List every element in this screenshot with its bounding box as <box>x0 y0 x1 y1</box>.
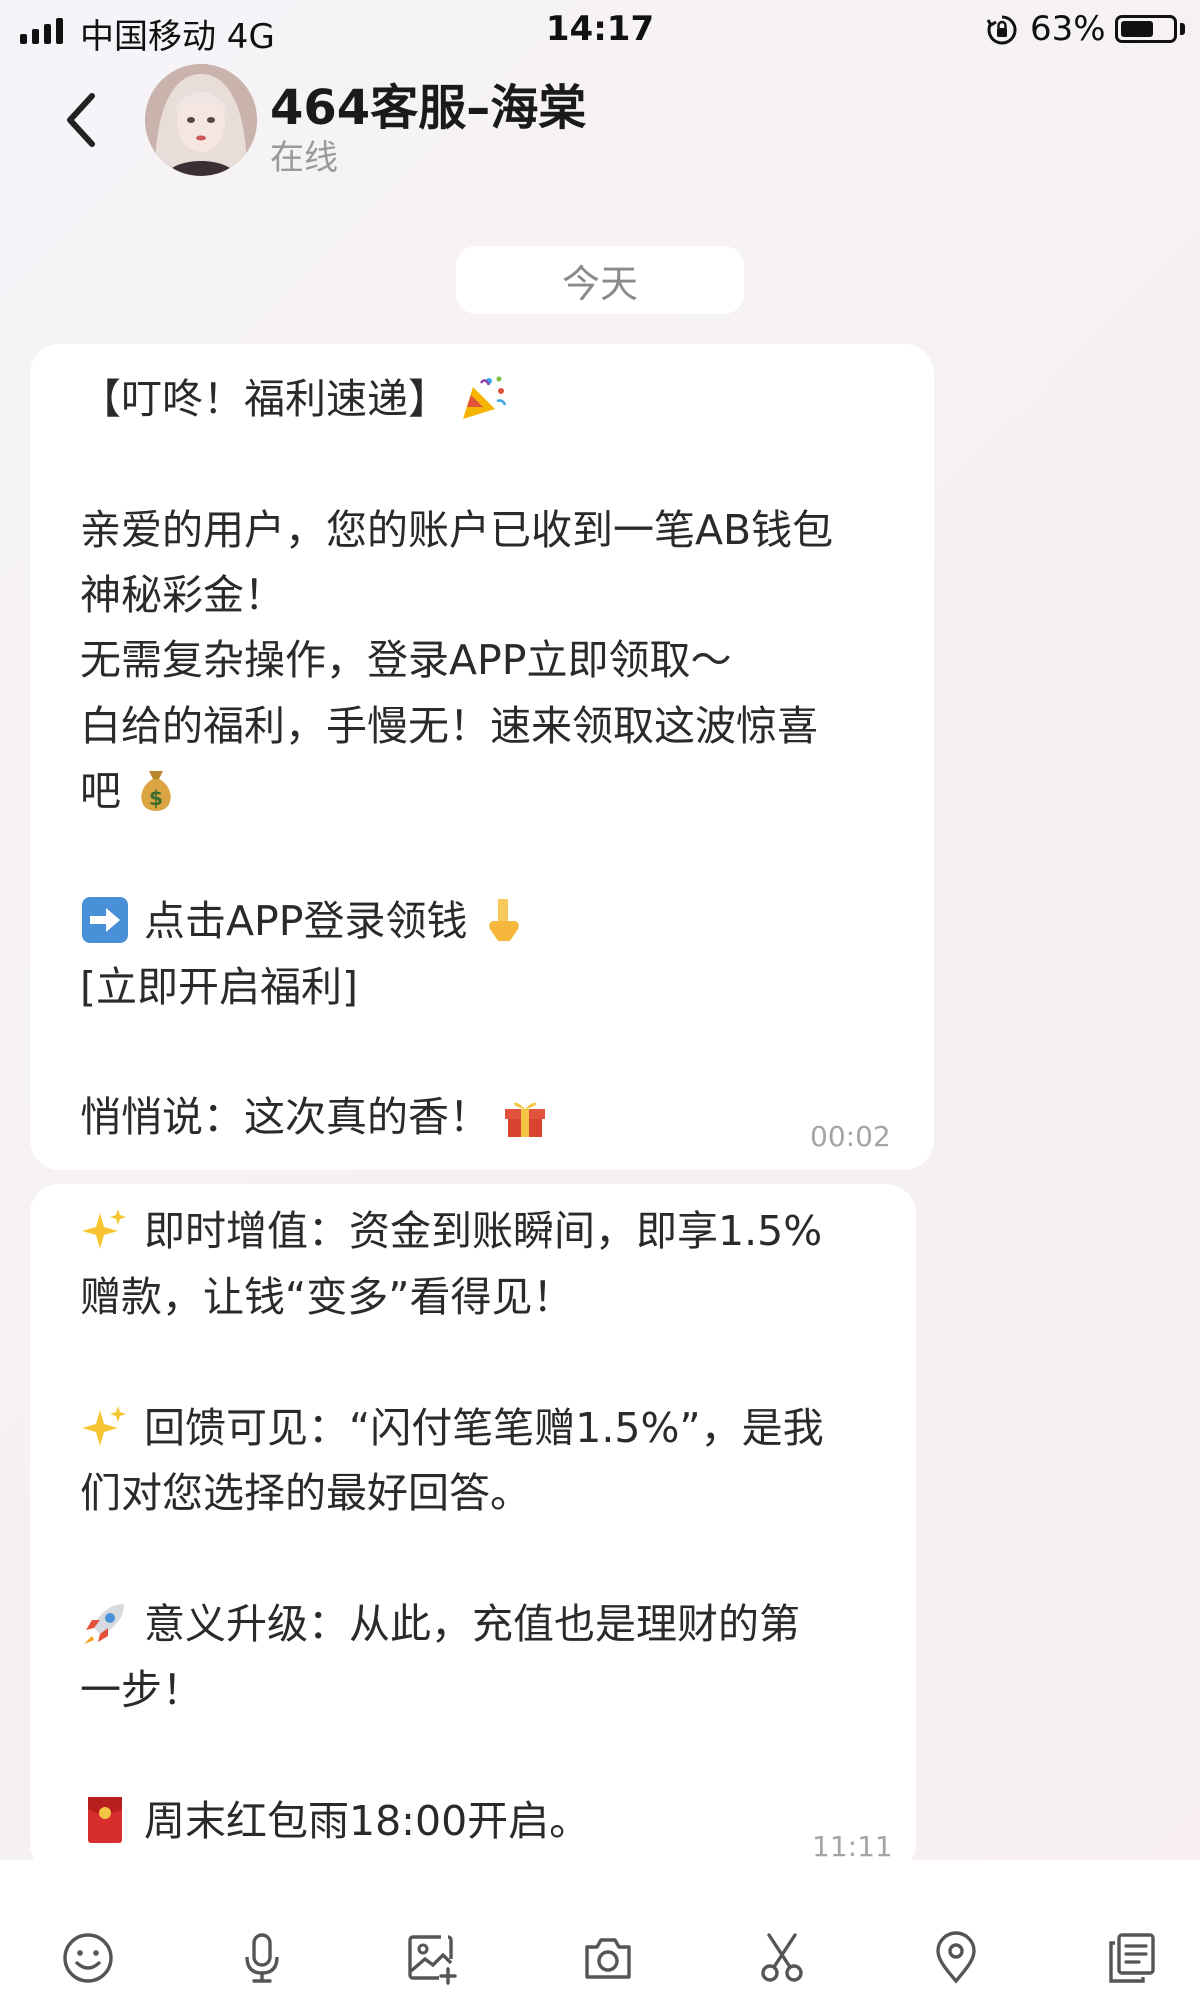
document-button[interactable] <box>1100 1926 1164 1990</box>
message-text: 周末红包雨18:00开启。 <box>144 1797 591 1845</box>
message-text: 赠款，让钱“变多”看得见！ <box>80 1273 574 1321</box>
right-arrow-icon <box>80 895 130 945</box>
message-timestamp: 11:11 <box>812 1830 893 1863</box>
back-button[interactable] <box>40 80 120 160</box>
message-text-line: 赠款，让钱“变多”看得见！ <box>80 1264 573 1330</box>
presence-status: 在线 <box>270 138 338 178</box>
message-text: 点击APP登录领钱 <box>144 897 468 945</box>
rocket-icon <box>80 1598 130 1648</box>
camera-button[interactable] <box>576 1926 640 1990</box>
sparkles-icon <box>80 1402 130 1452</box>
message-text-line: 吧 $ <box>80 758 181 824</box>
message-text-line: 亲爱的用户，您的账户已收到一笔AB钱包 <box>80 497 833 563</box>
camera-icon <box>585 1938 631 1979</box>
pointing-down-icon <box>478 895 528 945</box>
message-text-line: 们对您选择的最好回答。 <box>80 1460 531 1526</box>
message-text: 即时增值：资金到账瞬间，即享1.5% <box>144 1207 823 1255</box>
date-divider: 今天 <box>456 246 744 314</box>
party-popper-icon <box>459 373 509 423</box>
sparkles-icon <box>80 1205 130 1255</box>
emoji-icon <box>63 1933 113 1983</box>
message-text-line: 即时增值：资金到账瞬间，即享1.5% <box>80 1198 822 1264</box>
gift-icon <box>500 1091 550 1141</box>
message-text-line: 意义升级：从此，充值也是理财的第 <box>80 1591 800 1657</box>
chevron-left-icon <box>67 93 95 147</box>
message-bubble[interactable]: 即时增值：资金到账瞬间，即享1.5% 赠款，让钱“变多”看得见！ 回馈可见：“闪付笔… <box>30 1184 916 1874</box>
avatar[interactable] <box>145 64 257 176</box>
avatar-portrait-icon <box>145 64 257 176</box>
message-text: 一步！ <box>80 1666 203 1714</box>
message-text: 无需复杂操作，登录APP立即领取～ <box>80 636 732 684</box>
message-text-line: 回馈可见：“闪付笔笔赠1.5%”，是我 <box>80 1395 824 1461</box>
message-text: 悄悄说：这次真的香！ <box>80 1093 490 1141</box>
message-text: 【叮咚！福利速递】 <box>80 375 449 423</box>
document-icon <box>1109 1933 1155 1983</box>
money-bag-icon: $ <box>131 765 181 815</box>
message-text: 亲爱的用户，您的账户已收到一笔AB钱包 <box>80 506 834 554</box>
battery-icon <box>1115 15 1177 43</box>
message-text-line: 无需复杂操作，登录APP立即领取～ <box>80 627 732 693</box>
orientation-lock-icon <box>986 15 1017 45</box>
message-text-line: [立即开启福利] <box>80 954 358 1020</box>
red-envelope-icon <box>80 1795 130 1845</box>
message-text: 白给的福利，手慢无！速来领取这波惊喜 <box>80 702 818 750</box>
message-text: 吧 <box>80 767 121 815</box>
location-icon <box>936 1931 976 1984</box>
microphone-icon <box>245 1933 279 1983</box>
message-text: 神秘彩金！ <box>80 571 285 619</box>
message-text: [立即开启福利] <box>80 963 358 1011</box>
message-text-line: 【叮咚！福利速递】 <box>80 366 509 432</box>
svg-text:$: $ <box>149 786 163 810</box>
image-add-icon <box>408 1935 457 1985</box>
scissors-icon <box>761 1933 803 1982</box>
battery-percent: 63% <box>1030 9 1106 49</box>
contact-name: 464客服–海棠 <box>270 80 587 136</box>
image-button[interactable] <box>400 1926 464 1990</box>
message-text-line: 周末红包雨18:00开启。 <box>80 1788 590 1854</box>
status-bar: 中国移动 4G 14:17 63% <box>0 0 1200 58</box>
message-text: 回馈可见：“闪付笔笔赠1.5%”，是我 <box>144 1404 824 1452</box>
message-text-line: 悄悄说：这次真的香！ <box>80 1084 550 1150</box>
message-text-line: 白给的福利，手慢无！速来领取这波惊喜 <box>80 693 818 759</box>
message-text-line: 一步！ <box>80 1657 203 1723</box>
message-text: 们对您选择的最好回答。 <box>80 1469 531 1517</box>
status-time: 14:17 <box>545 9 655 49</box>
location-button[interactable] <box>924 1926 988 1990</box>
voice-button[interactable] <box>230 1926 294 1990</box>
message-text-line: 点击APP登录领钱 <box>80 888 528 954</box>
emoji-button[interactable] <box>56 1926 120 1990</box>
message-bubble[interactable]: 【叮咚！福利速递】亲爱的用户，您的账户已收到一笔AB钱包 神秘彩金！ 无需复杂操作，… <box>30 344 934 1170</box>
message-text: 意义升级：从此，充值也是理财的第 <box>144 1600 800 1648</box>
message-text-line: 神秘彩金！ <box>80 562 285 628</box>
message-timestamp: 00:02 <box>810 1120 891 1153</box>
screenshot-button[interactable] <box>750 1926 814 1990</box>
